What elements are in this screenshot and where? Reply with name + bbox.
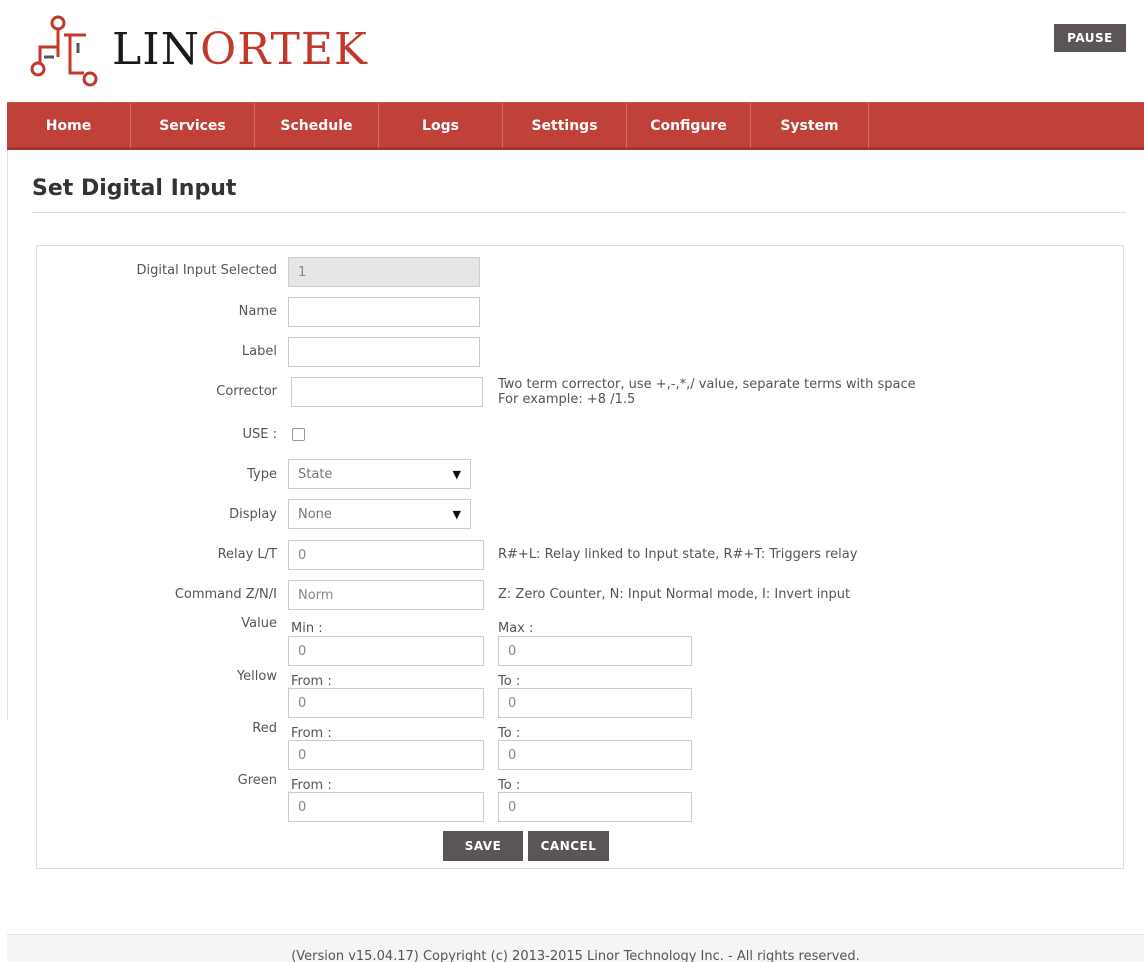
- footer: (Version v15.04.17) Copyright (c) 2013-2…: [7, 934, 1144, 962]
- type-label: Type: [247, 467, 277, 482]
- digital-input-selected-label: Digital Input Selected: [136, 263, 277, 278]
- circuit-logo-icon: [30, 15, 98, 87]
- nav-item-home[interactable]: Home: [7, 103, 131, 148]
- label-label: Label: [241, 344, 277, 359]
- digital-input-form: Digital Input Selected 1 Name Label Corr…: [36, 245, 1124, 869]
- nav-item-logs[interactable]: Logs: [379, 103, 503, 148]
- display-select-value: None: [298, 506, 332, 522]
- green-label: Green: [237, 773, 277, 788]
- logo-text-accent: ORTEK: [200, 24, 368, 75]
- yellow-label: Yellow: [236, 669, 277, 684]
- corrector-label: Corrector: [216, 384, 277, 399]
- corrector-help-line-2: For example: +8 /1.5: [498, 392, 636, 407]
- command-label: Command Z/N/I: [174, 587, 277, 602]
- nav-item-schedule[interactable]: Schedule: [255, 103, 379, 148]
- display-label: Display: [229, 507, 277, 522]
- use-label: USE :: [242, 427, 278, 442]
- value-min-label: Min :: [291, 621, 323, 636]
- green-to-label: To :: [498, 778, 521, 793]
- display-select[interactable]: None ▼: [288, 499, 471, 529]
- relay-label: Relay L/T: [217, 547, 277, 562]
- red-to-input[interactable]: 0: [498, 740, 692, 770]
- value-label: Value: [241, 616, 277, 631]
- type-select-value: State: [298, 466, 333, 482]
- nav-item-services[interactable]: Services: [131, 103, 255, 148]
- command-input[interactable]: Norm: [288, 580, 484, 610]
- footer-copyright: (Version v15.04.17) Copyright (c) 2013-2…: [291, 949, 860, 962]
- yellow-to-input[interactable]: 0: [498, 688, 692, 718]
- name-input[interactable]: [288, 297, 480, 327]
- type-select[interactable]: State ▼: [288, 459, 471, 489]
- value-max-input[interactable]: 0: [498, 636, 692, 666]
- save-button[interactable]: SAVE: [443, 831, 523, 861]
- green-from-input[interactable]: 0: [288, 792, 484, 822]
- command-help: Z: Zero Counter, N: Input Normal mode, I…: [498, 587, 851, 602]
- label-input[interactable]: [288, 337, 480, 367]
- red-from-label: From :: [291, 726, 332, 741]
- use-checkbox[interactable]: [292, 428, 305, 441]
- yellow-from-input[interactable]: 0: [288, 688, 484, 718]
- value-min-input[interactable]: 0: [288, 636, 484, 666]
- corrector-help: Two term corrector, use +,-,*,/ value, s…: [498, 377, 916, 407]
- corrector-help-line-1: Two term corrector, use +,-,*,/ value, s…: [498, 377, 916, 392]
- nav-item-configure[interactable]: Configure: [627, 103, 751, 148]
- logo-text: LINORTEK: [112, 28, 368, 72]
- red-label: Red: [252, 721, 277, 736]
- main-nav: Home Services Schedule Logs Settings Con…: [7, 102, 1144, 150]
- dropdown-arrow-icon: ▼: [452, 507, 461, 521]
- page-root: LINORTEK PAUSE Home Services Schedule Lo…: [0, 0, 1144, 962]
- title-divider: [32, 212, 1126, 213]
- value-max-label: Max :: [498, 621, 534, 636]
- logo-text-primary: LIN: [112, 24, 201, 75]
- nav-item-system[interactable]: System: [751, 103, 869, 148]
- relay-help: R#+L: Relay linked to Input state, R#+T:…: [498, 547, 858, 562]
- yellow-from-label: From :: [291, 674, 332, 689]
- content-left-border: [7, 150, 8, 720]
- green-to-input[interactable]: 0: [498, 792, 692, 822]
- relay-input[interactable]: 0: [288, 540, 484, 570]
- cancel-button[interactable]: CANCEL: [528, 831, 609, 861]
- name-label: Name: [238, 304, 277, 319]
- nav-item-settings[interactable]: Settings: [503, 103, 627, 148]
- green-from-label: From :: [291, 778, 332, 793]
- red-from-input[interactable]: 0: [288, 740, 484, 770]
- dropdown-arrow-icon: ▼: [452, 467, 461, 481]
- logo[interactable]: LINORTEK: [30, 10, 367, 90]
- yellow-to-label: To :: [498, 674, 521, 689]
- red-to-label: To :: [498, 726, 521, 741]
- page-title: Set Digital Input: [32, 176, 237, 201]
- corrector-input[interactable]: [291, 377, 483, 407]
- digital-input-selected-field: 1: [288, 257, 480, 287]
- pause-button[interactable]: PAUSE: [1054, 24, 1126, 52]
